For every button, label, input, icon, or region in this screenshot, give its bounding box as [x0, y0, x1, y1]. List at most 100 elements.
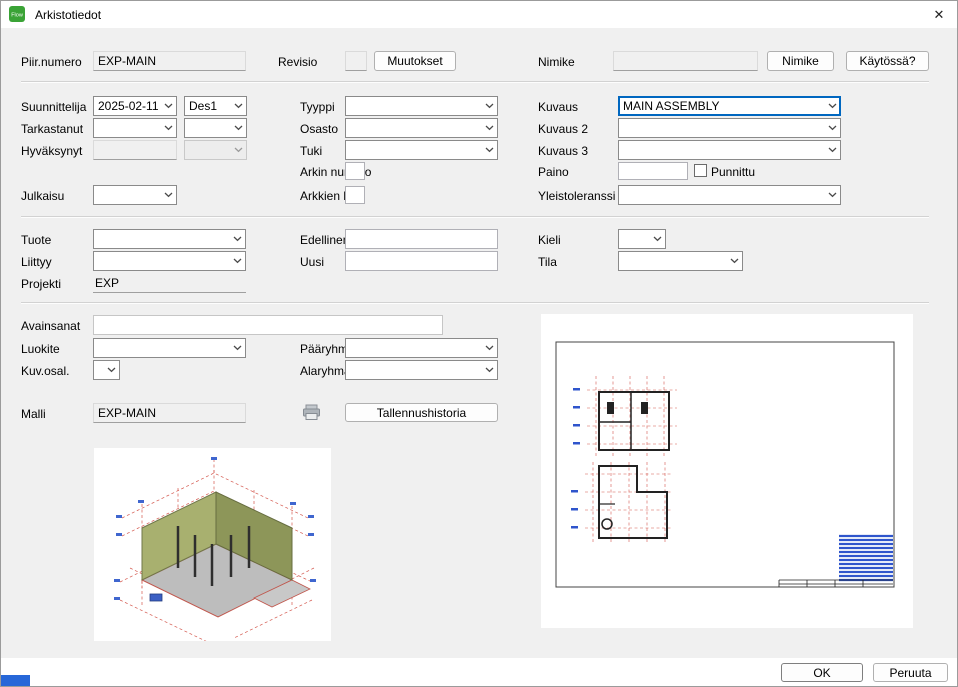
- chevron-down-icon: [230, 230, 245, 248]
- tuote-label: Tuote: [21, 233, 51, 247]
- avainsanat-field[interactable]: [93, 315, 443, 335]
- nimike-field[interactable]: [613, 51, 758, 71]
- model-3d-preview[interactable]: [94, 448, 331, 641]
- kieli-combo[interactable]: [618, 229, 666, 249]
- iso-view-graphic: [94, 448, 331, 641]
- chevron-down-icon: [230, 252, 245, 270]
- muutokset-button[interactable]: Muutokset: [374, 51, 456, 71]
- kuvaus3-combo[interactable]: [618, 140, 841, 160]
- chevron-down-icon: [231, 141, 246, 159]
- kuvaus-value: MAIN ASSEMBLY: [623, 99, 825, 113]
- chevron-down-icon: [161, 186, 176, 204]
- arkkien-lkm-field[interactable]: [345, 186, 365, 204]
- malli-field: EXP-MAIN: [93, 403, 246, 423]
- app-icon: Flow: [9, 6, 25, 22]
- kaytossa-button[interactable]: Käytössä?: [846, 51, 929, 71]
- drawing-sheet-graphic: [541, 314, 913, 628]
- kuvaus-combo[interactable]: MAIN ASSEMBLY: [618, 96, 841, 116]
- piir-numero-field[interactable]: EXP-MAIN: [93, 51, 246, 71]
- paaryhma-combo[interactable]: [345, 338, 498, 358]
- kuvaus-label: Kuvaus: [538, 100, 578, 114]
- alaryhma-combo[interactable]: [345, 360, 498, 380]
- alaryhma-label: Alaryhmä: [300, 364, 351, 378]
- tila-combo[interactable]: [618, 251, 743, 271]
- tyyppi-label: Tyyppi: [300, 100, 335, 114]
- revisio-field[interactable]: [345, 51, 367, 71]
- punnittu-label: Punnittu: [711, 165, 755, 179]
- chevron-down-icon: [825, 186, 840, 204]
- separator: [21, 216, 929, 218]
- malli-label: Malli: [21, 407, 46, 421]
- chevron-down-icon: [650, 230, 665, 248]
- osasto-combo[interactable]: [345, 118, 498, 138]
- chevron-down-icon: [482, 119, 497, 137]
- tuki-combo[interactable]: [345, 140, 498, 160]
- peruuta-button[interactable]: Peruuta: [873, 663, 948, 682]
- titlebar: Flow Arkistotiedot ✕: [1, 1, 957, 28]
- tuki-label: Tuki: [300, 144, 322, 158]
- tila-label: Tila: [538, 255, 557, 269]
- plan-bottom: [599, 466, 667, 538]
- paino-label: Paino: [538, 165, 569, 179]
- hyvaksynyt-label: Hyväksynyt: [21, 144, 82, 158]
- suunnittelija-date-combo[interactable]: 2025-02-11: [93, 96, 177, 116]
- drawing-2d-preview[interactable]: [541, 314, 913, 628]
- print-icon[interactable]: [302, 404, 321, 424]
- projekti-field: EXP: [93, 273, 246, 293]
- nimike-button[interactable]: Nimike: [767, 51, 834, 71]
- luokite-combo[interactable]: [93, 338, 246, 358]
- punnittu-checkbox[interactable]: [694, 164, 707, 177]
- plan-top: [599, 392, 669, 450]
- liittyy-combo[interactable]: [93, 251, 246, 271]
- suunnittelija-id-value: Des1: [189, 99, 231, 113]
- tarkastanut-label: Tarkastanut: [21, 122, 83, 136]
- separator: [21, 302, 929, 304]
- edellinen-label: Edellinen: [300, 233, 349, 247]
- julkaisu-label: Julkaisu: [21, 189, 64, 203]
- chevron-down-icon: [231, 97, 246, 115]
- hyvaksynyt-id-combo: [184, 140, 247, 160]
- kuv-osal-combo[interactable]: [93, 360, 120, 380]
- kuv-osal-label: Kuv.osal.: [21, 364, 69, 378]
- close-icon[interactable]: ✕: [925, 4, 953, 25]
- chevron-down-icon: [482, 97, 497, 115]
- julkaisu-combo[interactable]: [93, 185, 177, 205]
- chevron-down-icon: [482, 361, 497, 379]
- tallennushistoria-button[interactable]: Tallennushistoria: [345, 403, 498, 422]
- edellinen-field[interactable]: [345, 229, 498, 249]
- notes-block: [839, 536, 893, 580]
- chevron-down-icon: [482, 339, 497, 357]
- kuvaus3-label: Kuvaus 3: [538, 144, 588, 158]
- ok-button[interactable]: OK: [781, 663, 863, 682]
- avainsanat-label: Avainsanat: [21, 319, 80, 333]
- uusi-label: Uusi: [300, 255, 324, 269]
- tuote-combo[interactable]: [93, 229, 246, 249]
- dimension-tick-icons: [571, 388, 580, 529]
- uusi-field[interactable]: [345, 251, 498, 271]
- kuvaus2-label: Kuvaus 2: [538, 122, 588, 136]
- suunnittelija-label: Suunnittelija: [21, 100, 86, 114]
- luokite-label: Luokite: [21, 342, 60, 356]
- kuvaus2-combo[interactable]: [618, 118, 841, 138]
- suunnittelija-date-value: 2025-02-11: [98, 99, 161, 113]
- chevron-down-icon: [825, 141, 840, 159]
- kieli-label: Kieli: [538, 233, 561, 247]
- chevron-down-icon: [230, 339, 245, 357]
- tarkastanut-date-combo[interactable]: [93, 118, 177, 138]
- liittyy-label: Liittyy: [21, 255, 52, 269]
- yleistoleranssi-combo[interactable]: [618, 185, 841, 205]
- window-title: Arkistotiedot: [35, 8, 101, 22]
- nimike-label: Nimike: [538, 55, 575, 69]
- separator: [21, 81, 929, 83]
- floor-object: [150, 594, 162, 601]
- tyyppi-combo[interactable]: [345, 96, 498, 116]
- revisio-label: Revisio: [278, 55, 317, 69]
- arkistotiedot-dialog: Flow Arkistotiedot ✕ Piir.numero EXP-MAI…: [0, 0, 958, 687]
- tarkastanut-id-combo[interactable]: [184, 118, 247, 138]
- yleistoleranssi-label: Yleistoleranssi: [538, 189, 615, 203]
- arkin-numero-field[interactable]: [345, 162, 365, 180]
- paino-field[interactable]: [618, 162, 688, 180]
- osasto-label: Osasto: [300, 122, 338, 136]
- piir-numero-label: Piir.numero: [21, 55, 82, 69]
- suunnittelija-id-combo[interactable]: Des1: [184, 96, 247, 116]
